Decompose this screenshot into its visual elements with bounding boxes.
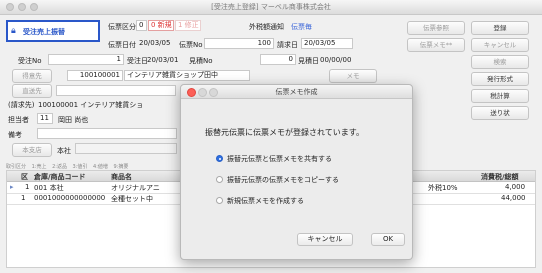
juchu-no-label: 受注No (18, 57, 42, 65)
row-indicator-icon: ▸ (10, 183, 14, 191)
tokui-code-field[interactable]: 100100001 (67, 70, 123, 81)
mitsumori-date-value: 00/00/00 (320, 56, 352, 64)
cell-code: 001 本社 (34, 184, 64, 192)
juchu-no-field[interactable]: 1 (48, 54, 124, 65)
title-bar: [受注売上登録] マーベル商事株式会社 (0, 0, 542, 15)
hakko-keishiki-button[interactable]: 発行形式 (471, 72, 529, 86)
col-ku: 区 (21, 173, 28, 181)
shiten-field[interactable] (75, 143, 177, 154)
seikyu-label: (請求先) (8, 101, 35, 109)
tokui-name-field[interactable]: インテリア雑貨ショップ田中 (124, 70, 250, 81)
dialog-title-bar: 伝票メモ作成 (181, 85, 412, 99)
main-window: [受注売上登録] マーベル商事株式会社 🔒︎ 受注売上振替 伝票区分 0 0 新… (0, 0, 542, 273)
seikyu-date-field[interactable]: 20/03/05 (301, 38, 353, 49)
mode-badge: 🔒︎ 受注売上振替 (6, 20, 100, 42)
cell-ku: 1 (21, 194, 26, 202)
zei-keisan-button[interactable]: 税計算 (471, 89, 529, 103)
chokuso-field[interactable] (56, 85, 176, 96)
memo-button[interactable]: メモ (329, 69, 377, 83)
gaika-value: 伝票毎 (291, 23, 312, 31)
radio-selected-icon (216, 155, 223, 162)
dialog-ok-button[interactable]: OK (371, 233, 405, 246)
dialog-message: 振替元伝票に伝票メモが登録されています。 (205, 128, 364, 137)
tanto-name: 岡田 尚也 (58, 116, 89, 124)
denpyo-kubun-modify[interactable]: 1 修正 (175, 20, 201, 31)
mitsumori-no-label: 見積No (189, 57, 213, 65)
cell-amount: 4,000 (505, 183, 526, 191)
biko-field[interactable] (37, 128, 177, 139)
tanto-code-field[interactable]: 11 (37, 113, 53, 124)
cell-name: 全種セット中 (111, 195, 153, 203)
biko-label: 備考 (8, 131, 22, 139)
shiten-value: 本社 (57, 147, 71, 155)
radio-new[interactable]: 新規伝票メモを作成する (216, 196, 304, 206)
mode-badge-label: 受注売上振替 (23, 28, 65, 36)
dialog-cancel-button[interactable]: キャンセル (297, 233, 353, 246)
lock-icon: 🔒︎ (11, 26, 16, 36)
cell-tax: 外税10% (428, 184, 458, 192)
radio-unselected-icon (216, 197, 223, 204)
seikyu-value: 100100001 インテリア雑貨ショ (38, 101, 144, 109)
cell-name: オリジナルアニ (111, 184, 160, 192)
dialog-title: 伝票メモ作成 (275, 88, 318, 96)
denpyo-memo-button[interactable]: 伝票メモ** (407, 38, 465, 52)
denpyo-kubun-new[interactable]: 0 新規 (148, 20, 174, 31)
radio-share-label: 振替元伝票と伝票メモを共有する (227, 155, 332, 163)
memo-dialog: 伝票メモ作成 振替元伝票に伝票メモが登録されています。 振替元伝票と伝票メモを共… (180, 84, 413, 260)
denpyo-sansho-button[interactable]: 伝票参照 (407, 21, 465, 35)
denpyo-no-field[interactable]: 100 (204, 38, 274, 49)
cell-amount: 44,000 (501, 194, 526, 202)
tokui-button[interactable]: 得意先 (12, 69, 52, 83)
radio-copy-label: 振替元伝票の伝票メモをコピーする (227, 176, 339, 184)
radio-share[interactable]: 振替元伝票と伝票メモを共有する (216, 154, 332, 164)
denpyo-no-label: 伝票No (179, 41, 203, 49)
radio-copy[interactable]: 振替元伝票の伝票メモをコピーする (216, 175, 339, 185)
mitsumori-date-label: 見積日 (298, 57, 319, 65)
chokuso-button[interactable]: 直送先 (12, 84, 52, 98)
cell-ku: 1 (25, 183, 30, 191)
torihiki-tabs: 取引区分 1:売上 2:返品 3:値引 4:値増 9:摘要 (6, 163, 132, 170)
tanto-label: 担当者 (8, 116, 29, 124)
window-title: [受注売上登録] マーベル商事株式会社 (211, 3, 331, 11)
juchu-date-value: 20/03/01 (147, 56, 179, 64)
shiten-button[interactable]: 本支店 (12, 143, 52, 157)
col-tax-total: 消費税/総額 (481, 173, 519, 181)
radio-new-label: 新規伝票メモを作成する (227, 197, 304, 205)
col-name: 商品名 (111, 173, 132, 181)
toroku-button[interactable]: 登録 (471, 21, 529, 35)
mitsumori-no-field[interactable]: 0 (260, 54, 296, 65)
kensaku-button[interactable]: 検索 (471, 55, 529, 69)
cell-code: 0001000000000000 (34, 194, 106, 202)
radio-unselected-icon (216, 176, 223, 183)
denpyo-kubun-label: 伝票区分 (108, 23, 136, 31)
gaika-label: 外税額通知 (249, 23, 284, 31)
cancel-top-button[interactable]: キャンセル (471, 38, 529, 52)
seikyu-date-label: 請求日 (277, 41, 298, 49)
okurijo-button[interactable]: 送り状 (471, 106, 529, 120)
juchu-date-label: 受注日 (127, 57, 148, 65)
col-code: 倉庫/商品コード (34, 173, 86, 181)
denpyo-date-label: 伝票日付 (108, 41, 136, 49)
denpyo-date-field[interactable]: 20/03/05 (136, 38, 176, 49)
denpyo-kubun-field[interactable]: 0 (136, 20, 147, 31)
